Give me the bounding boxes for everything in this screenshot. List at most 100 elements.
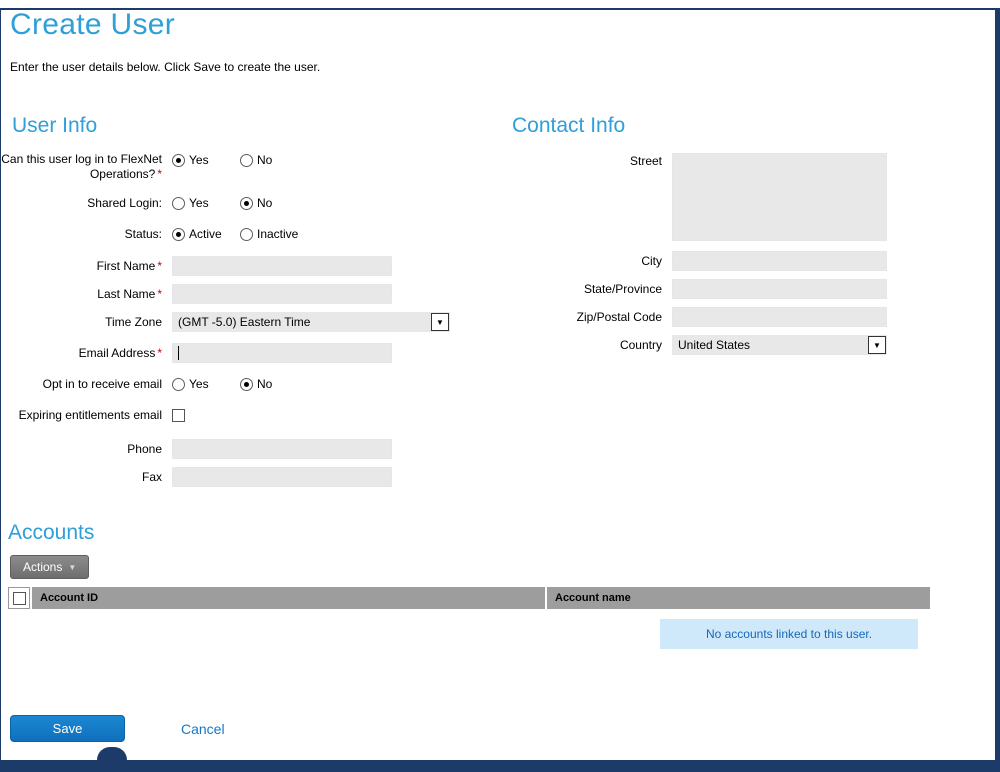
chevron-down-icon: ▼ [68,563,76,572]
field-label: Last Name* [0,287,162,302]
radio-group-opt-in: Yes No [172,377,272,391]
state-input[interactable] [672,279,887,299]
radio-label: Inactive [257,227,298,241]
form-columns: User Info Can this user log in to FlexNe… [0,114,1000,487]
no-accounts-message: No accounts linked to this user. [660,619,918,649]
radio-label: No [257,196,272,210]
required-mark: * [157,287,162,301]
page-title: Create User [10,8,1000,42]
field-row-shared-login: Shared Login: Yes No [0,194,506,212]
field-row-fax: Fax [0,467,506,487]
text-caret [178,346,179,360]
bottom-bar-handle [97,747,127,760]
radio-icon[interactable] [240,197,253,210]
field-label: Can this user log in to FlexNet Operatio… [0,152,162,182]
radio-option-shared-yes[interactable]: Yes [172,196,240,210]
field-label: State/Province [506,282,662,297]
page-border-left [0,8,1,772]
radio-label: Yes [189,377,209,391]
field-label: First Name* [0,259,162,274]
field-label: Phone [0,442,162,457]
field-row-first-name: First Name* [0,256,506,276]
radio-icon[interactable] [240,154,253,167]
contact-info-section: Contact Info Street City State/Province … [506,114,976,487]
street-textarea[interactable] [672,153,887,241]
phone-input[interactable] [172,439,392,459]
radio-option-status-inactive[interactable]: Inactive [240,227,298,241]
last-name-input[interactable] [172,284,392,304]
radio-option-login-yes[interactable]: Yes [172,153,240,167]
field-label: Opt in to receive email [0,377,162,392]
email-input[interactable] [172,343,392,363]
cancel-link[interactable]: Cancel [181,721,225,737]
field-row-last-name: Last Name* [0,284,506,304]
radio-option-opt-in-no[interactable]: No [240,377,272,391]
field-label: Country [506,338,662,353]
field-row-country: Country United States ▼ [506,335,976,355]
expiring-email-checkbox[interactable] [172,409,185,422]
radio-option-login-no[interactable]: No [240,153,272,167]
field-label: Shared Login: [0,196,162,211]
radio-label: No [257,153,272,167]
page-border-right [995,8,1000,772]
radio-icon[interactable] [172,378,185,391]
radio-label: Active [189,227,222,241]
radio-option-opt-in-yes[interactable]: Yes [172,377,240,391]
field-label: Expiring entitlements email [0,408,162,423]
field-label: Fax [0,470,162,485]
chevron-down-icon[interactable]: ▼ [868,336,886,354]
field-label: Status: [0,227,162,242]
field-row-email: Email Address* [0,343,506,363]
first-name-input[interactable] [172,256,392,276]
radio-option-status-active[interactable]: Active [172,227,240,241]
save-button[interactable]: Save [10,715,125,742]
user-info-heading: User Info [12,114,506,138]
field-label: Email Address* [0,346,162,361]
field-row-city: City [506,251,976,271]
column-header-account-name: Account name [547,587,930,609]
radio-label: No [257,377,272,391]
field-label: Street [506,154,662,169]
radio-icon[interactable] [172,154,185,167]
field-row-zip: Zip/Postal Code [506,307,976,327]
zip-input[interactable] [672,307,887,327]
field-row-status: Status: Active Inactive [0,225,506,243]
radio-option-shared-no[interactable]: No [240,196,272,210]
contact-info-heading: Contact Info [512,114,976,138]
radio-icon[interactable] [172,228,185,241]
accounts-table-header: Account ID Account name [8,587,930,609]
user-info-section: User Info Can this user log in to FlexNe… [0,114,506,487]
radio-group-status: Active Inactive [172,227,298,241]
accounts-heading: Accounts [8,521,1000,545]
field-label: Zip/Postal Code [506,310,662,325]
field-label: Time Zone [0,315,162,330]
field-row-expiring-email: Expiring entitlements email [0,406,506,424]
radio-icon[interactable] [240,228,253,241]
page-border-bottom [0,760,1000,772]
select-all-cell [8,587,30,609]
actions-button[interactable]: Actions ▼ [10,555,89,579]
field-row-state: State/Province [506,279,976,299]
field-row-phone: Phone [0,439,506,459]
city-input[interactable] [672,251,887,271]
page-subtitle: Enter the user details below. Click Save… [10,60,1000,74]
required-mark: * [157,259,162,273]
chevron-down-icon[interactable]: ▼ [431,313,449,331]
radio-group-login: Yes No [172,153,272,167]
form-footer: Save Cancel [10,715,1000,742]
required-mark: * [157,167,162,181]
radio-icon[interactable] [172,197,185,210]
field-row-time-zone: Time Zone (GMT -5.0) Eastern Time ▼ [0,312,506,332]
radio-label: Yes [189,153,209,167]
country-selected-value: United States [678,338,750,352]
time-zone-select[interactable]: (GMT -5.0) Eastern Time ▼ [172,312,450,332]
country-select[interactable]: United States ▼ [672,335,887,355]
select-all-checkbox[interactable] [13,592,26,605]
accounts-section: Accounts Actions ▼ Account ID Account na… [0,521,1000,649]
field-row-login: Can this user log in to FlexNet Operatio… [0,152,506,182]
required-mark: * [157,346,162,360]
fax-input[interactable] [172,467,392,487]
field-label: City [506,254,662,269]
radio-icon[interactable] [240,378,253,391]
field-row-opt-in: Opt in to receive email Yes No [0,375,506,393]
